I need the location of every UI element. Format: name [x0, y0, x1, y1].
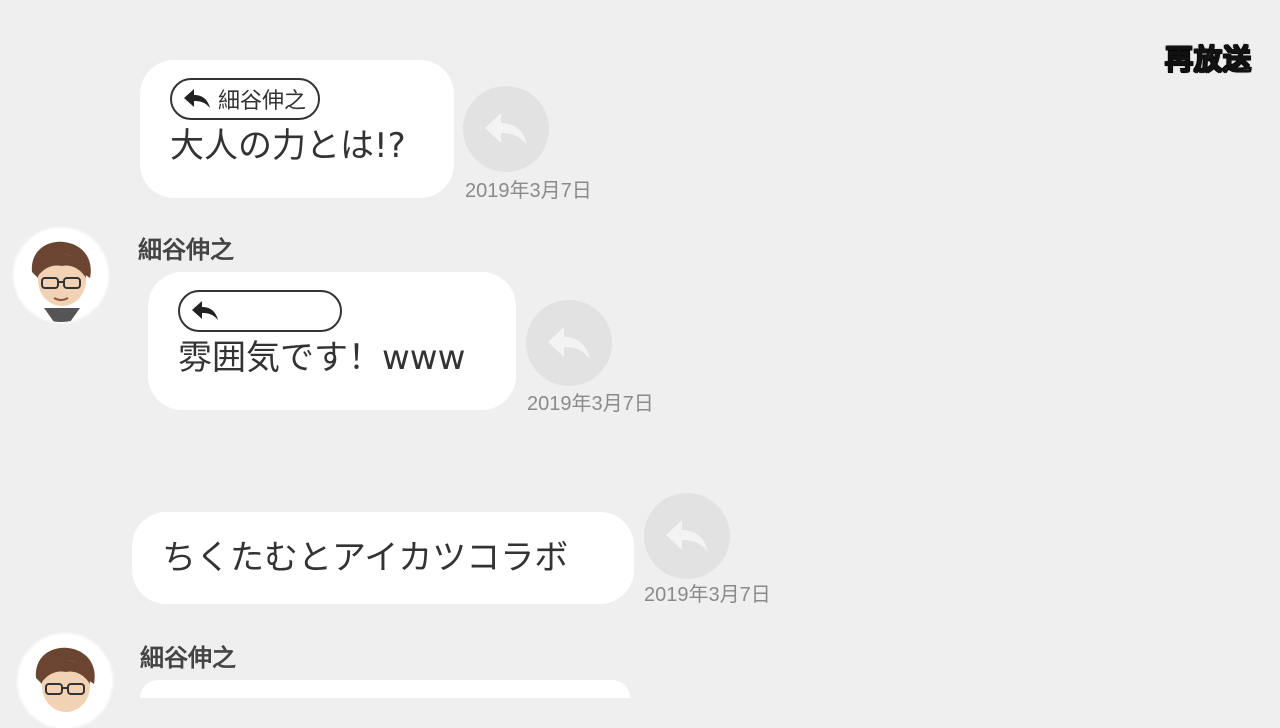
reply-arrow-icon — [548, 327, 590, 359]
reply-button[interactable] — [644, 493, 730, 579]
message-timestamp: 2019年3月7日 — [527, 393, 654, 415]
reply-reference-name: 細谷伸之 — [218, 89, 307, 114]
message-text: 雰囲気です！www — [178, 338, 466, 378]
message-bubble[interactable]: 細谷伸之 大人の力とは!? — [140, 60, 454, 198]
sender-name: 細谷伸之 — [140, 644, 236, 672]
reply-arrow-icon — [666, 520, 708, 552]
avatar-icon — [18, 634, 112, 728]
reply-reference-chip[interactable] — [178, 290, 342, 332]
reply-arrow-icon — [184, 89, 210, 108]
reply-reference-name — [226, 299, 326, 323]
reply-arrow-icon — [485, 113, 527, 145]
message-bubble[interactable]: ちくたむとアイカツコラボ — [132, 512, 634, 604]
rebroadcast-label: 再放送 — [1164, 42, 1252, 76]
reply-button[interactable] — [526, 300, 612, 386]
reply-reference-chip[interactable]: 細谷伸之 — [170, 78, 321, 120]
reply-arrow-icon — [192, 301, 218, 320]
message-bubble[interactable] — [140, 680, 630, 698]
message-timestamp: 2019年3月7日 — [644, 584, 771, 606]
message-text: ちくたむとアイカツコラボ — [162, 538, 569, 578]
reply-button[interactable] — [463, 86, 549, 172]
message-timestamp: 2019年3月7日 — [465, 180, 592, 202]
sender-name: 細谷伸之 — [138, 236, 234, 264]
avatar[interactable] — [14, 228, 108, 322]
message-bubble[interactable]: 雰囲気です！www — [148, 272, 516, 410]
avatar[interactable] — [18, 634, 112, 728]
message-text: 大人の力とは!? — [170, 126, 406, 166]
avatar-icon — [14, 228, 108, 322]
